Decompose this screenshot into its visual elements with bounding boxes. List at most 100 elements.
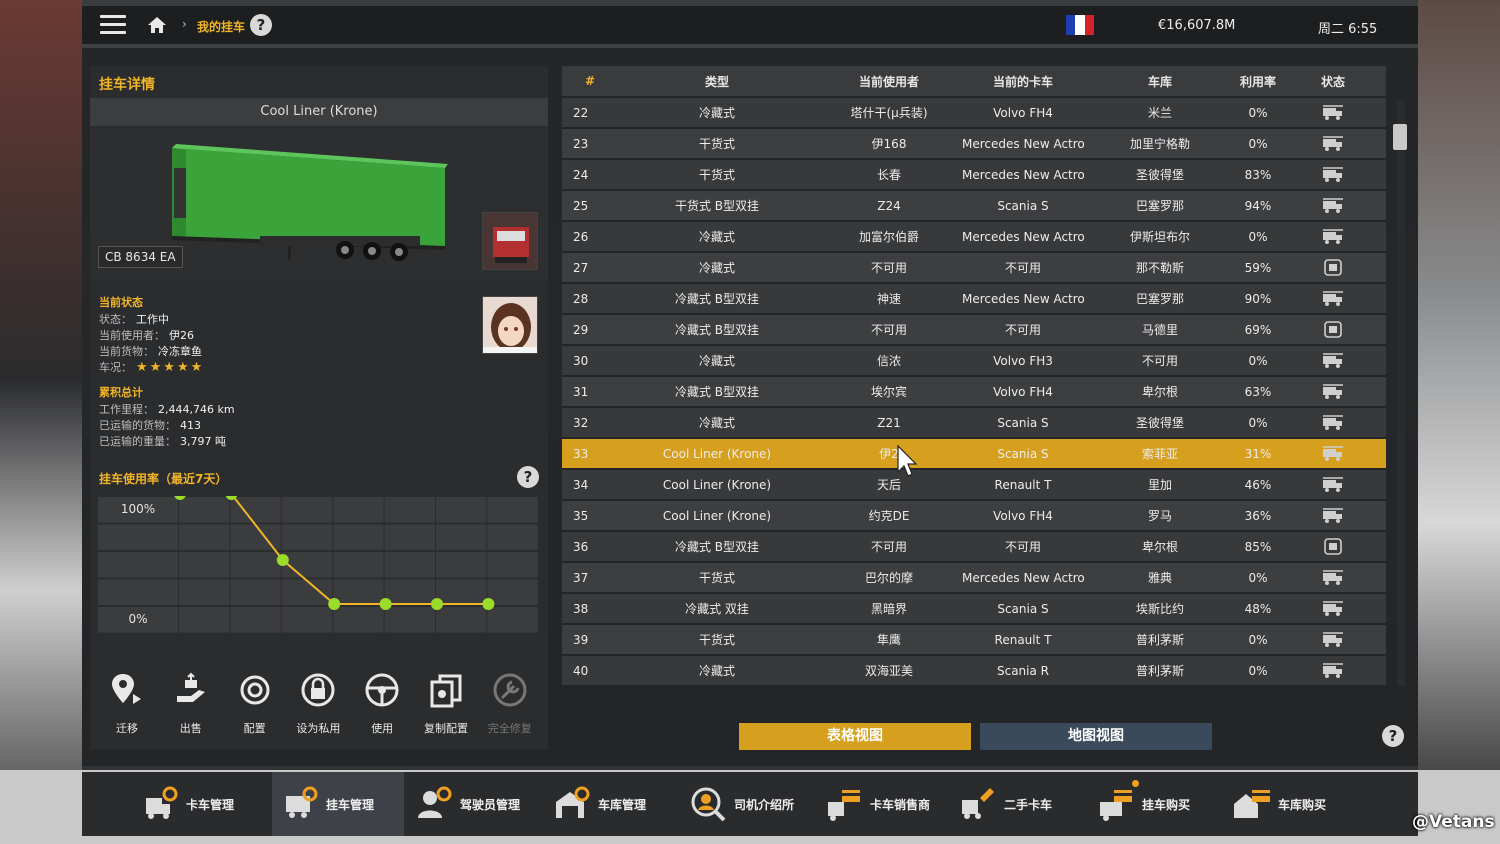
column-header[interactable]: # (562, 74, 618, 88)
menu-icon[interactable] (100, 15, 126, 35)
truck-thumbnail[interactable] (482, 212, 538, 270)
column-header[interactable]: 车库 (1084, 73, 1236, 90)
column-header[interactable]: 当前的卡车 (962, 73, 1084, 90)
chart-grid-cell (98, 552, 178, 578)
trailer-state-cell (1280, 507, 1386, 525)
driver-avatar[interactable] (482, 296, 538, 354)
action-sell-button[interactable]: 出售 (160, 666, 222, 736)
table-row[interactable]: 25 干货式 B型双挂 Z24 Scania S 巴塞罗那 94% (562, 189, 1386, 220)
table-cell: 不可用 (870, 323, 907, 337)
table-row[interactable]: 24 干货式 长春 Mercedes New Actros 圣彼得堡 83% (562, 158, 1386, 189)
table-cell: 黑暗界 (870, 602, 907, 616)
in-garage-icon (1323, 352, 1343, 368)
nav-label: 卡车管理 (186, 797, 235, 812)
table-cell: 0% (1248, 353, 1268, 368)
nav-driver-manage[interactable]: 驾驶员管理 (414, 772, 520, 836)
in-garage-icon (1323, 166, 1343, 182)
nav-garage-manage[interactable]: 车库管理 (552, 772, 646, 836)
table-row[interactable]: 29 冷藏式 B型双挂 不可用 不可用 马德里 69% (562, 313, 1386, 344)
table-cell: 83% (1244, 167, 1272, 182)
action-private-lock-button[interactable]: 设为私用 (287, 666, 349, 736)
scrollbar-thumb[interactable] (1393, 124, 1407, 150)
table-cell: Cool Liner (Krone) (662, 446, 772, 461)
table-cell: Volvo FH3 (993, 353, 1053, 368)
chart-grid-cell (281, 607, 333, 633)
table-row[interactable]: 34 Cool Liner (Krone) 天后 Renault T 里加 46% (562, 468, 1386, 499)
action-relocate-button[interactable]: 迁移 (96, 666, 158, 736)
table-cell: 伊168 (871, 137, 907, 151)
page-help-icon[interactable]: ? (1382, 725, 1404, 747)
table-cell: 冷藏式 (698, 354, 735, 368)
table-row[interactable]: 22 冷藏式 塔什干(μ兵装) Volvo FH4 米兰 0% (562, 96, 1386, 127)
steering-wheel-icon (365, 673, 399, 707)
trailer-state-cell (1280, 352, 1386, 370)
table-cell: 卑尔根 (1141, 540, 1178, 554)
table-row[interactable]: 36 冷藏式 B型双挂 不可用 不可用 卑尔根 85% (562, 530, 1386, 561)
france-flag-icon (1066, 15, 1094, 35)
nav-label: 车库管理 (598, 797, 647, 812)
trailer-state-cell (1280, 258, 1386, 277)
action-configure-button[interactable]: 配置 (224, 666, 286, 736)
action-copy-config-button[interactable]: 复制配置 (415, 666, 477, 736)
table-cell: 冷藏式 (698, 261, 735, 275)
table-row[interactable]: 26 冷藏式 加富尔伯爵 Mercedes New Actros 伊斯坦布尔 0% (562, 220, 1386, 251)
condition-stars: ★★★★★ (136, 360, 205, 375)
table-row[interactable]: 31 冷藏式 B型双挂 埃尔宾 Volvo FH4 卑尔根 63% (562, 375, 1386, 406)
used-truck-icon (962, 788, 994, 819)
table-row[interactable]: 40 冷藏式 双海亚美 Scania R 普利茅斯 0% (562, 654, 1386, 685)
table-row[interactable]: 38 冷藏式 双挂 黑暗界 Scania S 埃斯比约 48% (562, 592, 1386, 623)
table-cell: 里加 (1147, 478, 1172, 492)
table-row[interactable]: 39 干货式 隼鹰 Renault T 普利茅斯 0% (562, 623, 1386, 654)
table-row[interactable]: 35 Cool Liner (Krone) 约克DE Volvo FH4 罗马 36% (562, 499, 1386, 530)
nav-recruitment[interactable]: 司机介绍所 (688, 772, 794, 836)
column-header[interactable]: 状态 (1280, 73, 1386, 90)
status-label: 状态： (99, 313, 132, 326)
trailer-state-cell (1280, 197, 1386, 215)
table-row[interactable]: 30 冷藏式 信浓 Volvo FH3 不可用 0% (562, 344, 1386, 375)
table-cell: Mercedes New Actros (962, 570, 1084, 585)
chart-grid-cell (487, 552, 538, 578)
help-icon[interactable]: ? (250, 14, 272, 36)
nav-garage-buy[interactable]: 车库购买 (1232, 772, 1326, 836)
breadcrumb[interactable]: 我的挂车 (197, 18, 245, 35)
table-row[interactable]: 37 干货式 巴尔的摩 Mercedes New Actros 雅典 0% (562, 561, 1386, 592)
table-cell: 卑尔根 (1141, 385, 1178, 399)
table-cell: 普利茅斯 (1135, 664, 1184, 678)
table-cell: 25 (573, 198, 589, 213)
weight-value: 3,797 吨 (180, 435, 226, 448)
nav-used-truck[interactable]: 二手卡车 (958, 772, 1052, 836)
table-cell: 不可用 (1141, 354, 1178, 368)
table-view-button[interactable]: 表格视图 (739, 723, 971, 750)
scrollbar-track[interactable] (1397, 100, 1405, 686)
nav-trailer-manage[interactable]: 挂车管理 (272, 772, 405, 836)
action-steering-wheel-button[interactable]: 使用 (351, 666, 413, 736)
table-row[interactable]: 23 干货式 伊168 Mercedes New Actros 加里宁格勒 0% (562, 127, 1386, 158)
table-cell: 不可用 (1004, 261, 1041, 275)
table-row[interactable]: 27 冷藏式 不可用 不可用 那不勒斯 59% (562, 251, 1386, 282)
nav-trailer-buy[interactable]: 挂车购买 (1096, 772, 1190, 836)
status-row: 状态： 工作中 (99, 311, 169, 327)
column-header[interactable]: 当前使用者 (816, 73, 962, 90)
column-header[interactable]: 利用率 (1236, 73, 1280, 90)
table-cell: 冷藏式 (698, 416, 735, 430)
table-row[interactable]: 32 冷藏式 Z21 Scania S 圣彼得堡 0% (562, 406, 1386, 437)
nav-truck-manage[interactable]: 卡车管理 (140, 772, 234, 836)
status-heading: 当前状态 (99, 296, 143, 309)
column-header[interactable]: 类型 (618, 73, 816, 90)
mileage-row: 工作里程： 2,444,746 km (99, 401, 235, 417)
home-icon[interactable] (146, 14, 168, 36)
table-cell: Renault T (994, 632, 1052, 647)
table-cell: 冷藏式 (698, 664, 735, 678)
y-tick-label: 0% (128, 612, 147, 626)
table-row-selected[interactable]: 33 Cool Liner (Krone) 伊2 Scania S 索菲亚 31% (562, 437, 1386, 468)
chart-grid-cell (333, 607, 384, 633)
table-cell: 26 (573, 229, 589, 244)
map-view-button[interactable]: 地图视图 (980, 723, 1212, 750)
nav-truck-dealer[interactable]: 卡车销售商 (824, 772, 930, 836)
usage-help-icon[interactable]: ? (517, 466, 539, 488)
y-tick-label: 100% (121, 502, 155, 516)
trailer-buy-icon (1100, 790, 1132, 821)
trailer-state-cell (1280, 228, 1386, 246)
parked-trailer-icon (1324, 258, 1342, 276)
table-row[interactable]: 28 冷藏式 B型双挂 神速 Mercedes New Actros 巴塞罗那 90% (562, 282, 1386, 313)
